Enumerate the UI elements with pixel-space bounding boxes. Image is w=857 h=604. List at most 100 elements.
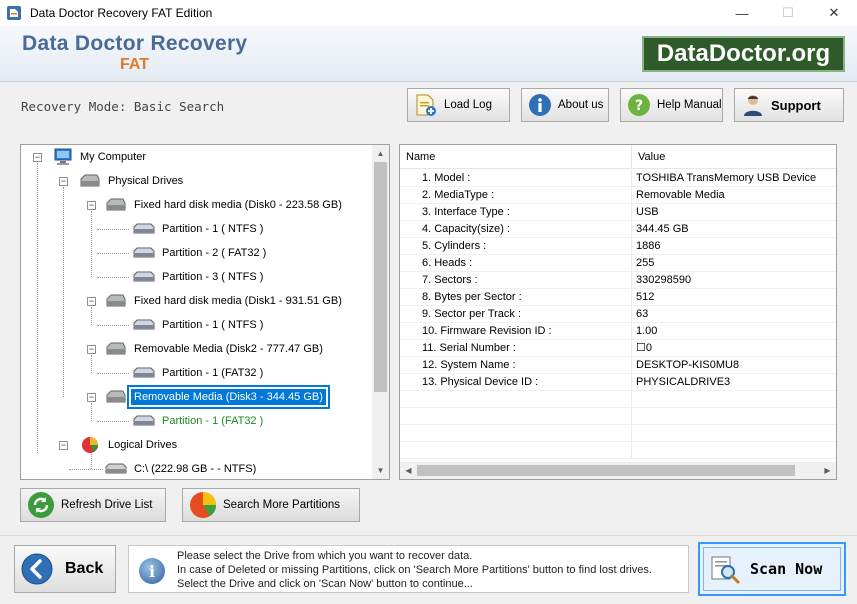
partition-icon	[133, 415, 155, 426]
property-value: 255	[636, 257, 655, 269]
instruction-line-3: Select the Drive and click on 'Scan Now'…	[177, 578, 473, 590]
partition-icon	[133, 223, 155, 234]
support-button[interactable]: Support	[734, 88, 844, 122]
about-us-label: About us	[558, 99, 604, 111]
expand-logical-drives[interactable]: −	[59, 441, 68, 450]
scroll-down-arrow-icon[interactable]: ▼	[372, 462, 389, 479]
property-name: 13. Physical Device ID :	[400, 374, 632, 390]
help-icon: ?	[627, 93, 651, 117]
minimize-button[interactable]: —	[719, 0, 765, 26]
tree-scroll-thumb[interactable]	[374, 162, 387, 392]
window-title: Data Doctor Recovery FAT Edition	[30, 6, 213, 20]
back-button[interactable]: Back	[14, 545, 116, 593]
about-us-button[interactable]: About us	[521, 88, 609, 122]
tree-item-disk1[interactable]: Fixed hard disk media (Disk1 - 931.51 GB…	[105, 290, 345, 312]
tree-item-disk0-partition3[interactable]: Partition - 3 ( NTFS )	[133, 266, 266, 288]
expand-disk3[interactable]: −	[87, 393, 96, 402]
scroll-right-arrow-icon[interactable]: ▶	[819, 462, 836, 479]
tree-item-my-computer[interactable]: My Computer	[53, 146, 149, 168]
property-row[interactable]: 12. System Name : DESKTOP-KIS0MU8	[400, 357, 836, 374]
property-name: 1. Model :	[400, 170, 632, 186]
property-value: TOSHIBA TransMemory USB Device	[636, 172, 817, 184]
drive-tree-panel[interactable]: − My Computer − Physical Drives − Fixed …	[20, 144, 390, 480]
property-name: 9. Sector per Track :	[400, 306, 632, 322]
property-row[interactable]: 7. Sectors : 330298590	[400, 272, 836, 289]
property-value: 63	[636, 308, 649, 320]
search-more-partitions-label: Search More Partitions	[223, 499, 340, 511]
expand-disk2[interactable]: −	[87, 345, 96, 354]
tree-vertical-scrollbar[interactable]: ▲ ▼	[372, 145, 389, 479]
property-name: 2. MediaType :	[400, 187, 632, 203]
brand-title: Data Doctor Recovery	[22, 32, 248, 55]
partition-chart-icon	[190, 492, 217, 518]
property-row[interactable]: 13. Physical Device ID : PHYSICALDRIVE3	[400, 374, 836, 391]
empty-property-row	[400, 391, 836, 408]
expand-disk1[interactable]: −	[87, 297, 96, 306]
tree-label-disk0: Fixed hard disk media (Disk0 - 223.58 GB…	[134, 199, 342, 211]
recovery-mode-label: Recovery Mode: Basic Search	[21, 99, 225, 114]
expand-my-computer[interactable]: −	[33, 153, 42, 162]
tree-label-c-drive: C:\ (222.98 GB - - NTFS)	[134, 463, 257, 475]
property-row[interactable]: 1. Model : TOSHIBA TransMemory USB Device	[400, 170, 836, 187]
column-header-name[interactable]: Name	[400, 145, 632, 169]
toolbar: Recovery Mode: Basic Search Load Log Abo…	[0, 82, 857, 128]
removable-disk-icon	[106, 342, 126, 355]
tree-item-disk0[interactable]: Fixed hard disk media (Disk0 - 223.58 GB…	[105, 194, 345, 216]
brand-logo: DataDoctor.org	[642, 36, 845, 72]
partition-icon	[133, 271, 155, 282]
support-label: Support	[771, 97, 821, 113]
property-row[interactable]: 6. Heads : 255	[400, 255, 836, 272]
search-more-partitions-button[interactable]: Search More Partitions	[182, 488, 360, 522]
instruction-line-2: In case of Deleted or missing Partitions…	[177, 564, 652, 576]
tree-item-physical-drives[interactable]: Physical Drives	[79, 170, 186, 192]
column-header-value[interactable]: Value	[632, 145, 836, 169]
tree-item-disk2-partition1[interactable]: Partition - 1 (FAT32 )	[133, 362, 266, 384]
info-icon: i	[139, 558, 165, 584]
load-log-button[interactable]: Load Log	[407, 88, 510, 122]
tree-label-physical-drives: Physical Drives	[108, 175, 184, 187]
property-row[interactable]: 11. Serial Number : ☐0	[400, 340, 836, 357]
help-manual-label: Help Manual	[657, 99, 722, 111]
scan-now-button[interactable]: Scan Now	[698, 542, 846, 596]
scroll-left-arrow-icon[interactable]: ◀	[400, 462, 417, 479]
tree-label-disk0-partition3: Partition - 3 ( NTFS )	[162, 271, 264, 283]
instructions-box: i Please select the Drive from which you…	[128, 545, 689, 593]
property-row[interactable]: 4. Capacity(size) : 344.45 GB	[400, 221, 836, 238]
tree-item-disk3-partition1[interactable]: Partition - 1 (FAT32 )	[133, 410, 266, 432]
help-manual-button[interactable]: ? Help Manual	[620, 88, 723, 122]
tree-label-disk2: Removable Media (Disk2 - 777.47 GB)	[134, 343, 323, 355]
tree-item-disk3[interactable]: Removable Media (Disk3 - 344.45 GB)	[105, 385, 330, 409]
scan-now-label: Scan Now	[750, 560, 823, 578]
property-value: PHYSICALDRIVE3	[636, 376, 731, 388]
support-person-icon	[741, 93, 765, 117]
property-row[interactable]: 10. Firmware Revision ID : 1.00	[400, 323, 836, 340]
tree-item-c-drive[interactable]: C:\ (222.98 GB - - NTFS)	[105, 458, 259, 480]
close-button[interactable]: ✕	[811, 0, 857, 26]
scroll-up-arrow-icon[interactable]: ▲	[372, 145, 389, 162]
tree-item-logical-drives[interactable]: Logical Drives	[79, 434, 180, 456]
brand-subtitle: FAT	[120, 56, 150, 73]
maximize-button[interactable]: ☐	[765, 0, 811, 26]
tree-item-disk1-partition1[interactable]: Partition - 1 ( NTFS )	[133, 314, 266, 336]
empty-property-row	[400, 425, 836, 442]
partition-icon	[133, 367, 155, 378]
tree-item-disk0-partition1[interactable]: Partition - 1 ( NTFS )	[133, 218, 266, 240]
properties-scroll-thumb[interactable]	[417, 465, 795, 476]
property-row[interactable]: 2. MediaType : Removable Media	[400, 187, 836, 204]
tree-item-disk2[interactable]: Removable Media (Disk2 - 777.47 GB)	[105, 338, 326, 360]
tree-label-disk0-partition2: Partition - 2 ( FAT32 )	[162, 247, 267, 259]
hard-disk-icon	[80, 174, 100, 187]
properties-horizontal-scrollbar[interactable]: ◀ ▶	[400, 462, 836, 479]
property-row[interactable]: 9. Sector per Track : 63	[400, 306, 836, 323]
tree-item-disk0-partition2[interactable]: Partition - 2 ( FAT32 )	[133, 242, 269, 264]
refresh-drive-list-button[interactable]: Refresh Drive List	[20, 488, 166, 522]
load-log-icon	[414, 93, 438, 117]
header-banner: Data Doctor Recovery FAT DataDoctor.org	[0, 26, 857, 82]
tree-label-disk1: Fixed hard disk media (Disk1 - 931.51 GB…	[134, 295, 342, 307]
expand-physical-drives[interactable]: −	[59, 177, 68, 186]
property-row[interactable]: 8. Bytes per Sector : 512	[400, 289, 836, 306]
partition-icon	[133, 319, 155, 330]
property-row[interactable]: 3. Interface Type : USB	[400, 204, 836, 221]
expand-disk0[interactable]: −	[87, 201, 96, 210]
property-row[interactable]: 5. Cylinders : 1886	[400, 238, 836, 255]
